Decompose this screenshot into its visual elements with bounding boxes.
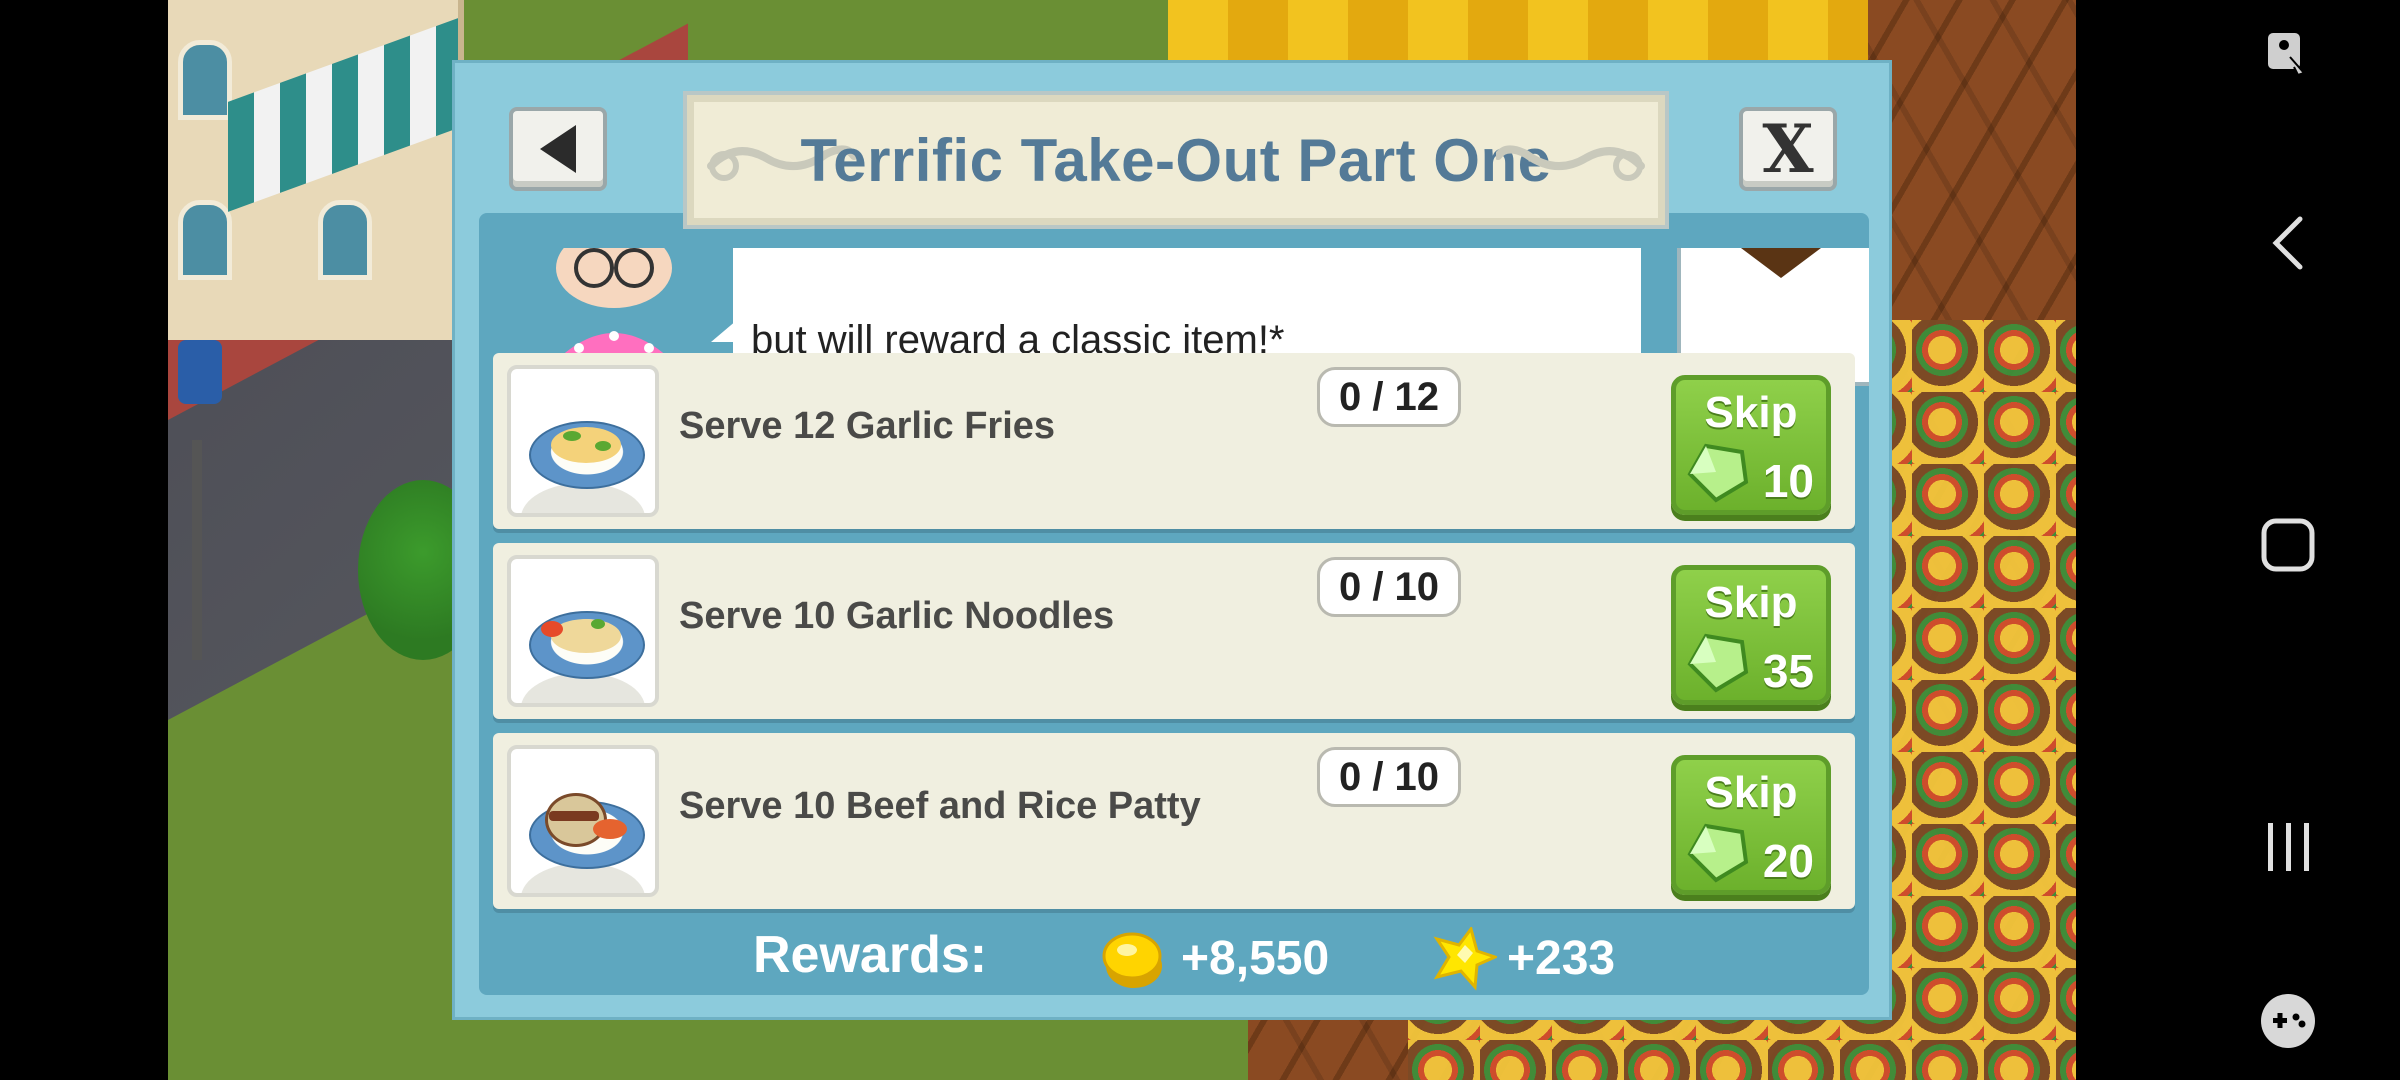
gem-icon bbox=[1687, 823, 1749, 883]
garlic-noodles-icon bbox=[507, 555, 659, 707]
nav-home-button[interactable] bbox=[2176, 490, 2400, 600]
left-arrow-icon bbox=[540, 125, 576, 173]
back-button[interactable] bbox=[509, 107, 607, 191]
window bbox=[178, 200, 232, 280]
task-row: Serve 10 Garlic Noodles 0 / 10 Skip 35 bbox=[493, 543, 1855, 719]
skip-label: Skip bbox=[1704, 388, 1798, 437]
quest-dialog: Terrific Take-Out Part One X but will re… bbox=[452, 60, 1892, 1020]
close-button[interactable]: X bbox=[1739, 107, 1837, 191]
reward-item-icon bbox=[1741, 248, 1821, 278]
task-progress: 0 / 10 bbox=[1317, 747, 1461, 807]
nav-back-button[interactable] bbox=[2176, 188, 2400, 298]
task-label: Serve 10 Garlic Noodles bbox=[679, 595, 1115, 637]
game-tools-button[interactable] bbox=[2176, 966, 2400, 1076]
skip-label: Skip bbox=[1704, 578, 1798, 627]
accessibility-button[interactable] bbox=[2176, 0, 2400, 110]
mailbox bbox=[178, 340, 222, 404]
garlic-fries-icon bbox=[507, 365, 659, 517]
dialog-title: Terrific Take-Out Part One bbox=[800, 126, 1552, 194]
gem-icon bbox=[1687, 443, 1749, 503]
beef-rice-patty-icon bbox=[507, 745, 659, 897]
rewards-label: Rewards: bbox=[753, 926, 988, 984]
close-icon: X bbox=[1762, 110, 1814, 188]
recents-icon bbox=[2268, 823, 2309, 871]
task-label: Serve 12 Garlic Fries bbox=[679, 405, 1056, 447]
coin-reward-value: +8,550 bbox=[1181, 932, 1330, 985]
skip-cost: 20 bbox=[1762, 835, 1814, 887]
home-icon bbox=[2261, 518, 2315, 572]
title-banner: Terrific Take-Out Part One bbox=[687, 95, 1665, 225]
task-row: Serve 12 Garlic Fries 0 / 12 Skip 10 bbox=[493, 353, 1855, 529]
task-label: Serve 10 Beef and Rice Patty bbox=[679, 785, 1201, 827]
scroll-ornament-icon bbox=[1496, 145, 1645, 181]
skip-cost: 35 bbox=[1762, 645, 1814, 697]
gem-icon bbox=[1687, 633, 1749, 693]
system-nav-bar bbox=[2176, 0, 2400, 1080]
nav-recents-button[interactable] bbox=[2176, 792, 2400, 902]
coin-icon bbox=[1102, 932, 1162, 988]
task-row: Serve 10 Beef and Rice Patty 0 / 10 Skip… bbox=[493, 733, 1855, 909]
skip-button[interactable]: Skip 35 bbox=[1671, 565, 1831, 705]
window bbox=[318, 200, 372, 280]
skip-button[interactable]: Skip 20 bbox=[1671, 755, 1831, 895]
game-tools-icon bbox=[2261, 994, 2315, 1048]
street-lamp bbox=[192, 440, 202, 660]
star-icon bbox=[1433, 927, 1497, 991]
accessibility-icon bbox=[2268, 33, 2306, 77]
skip-label: Skip bbox=[1704, 768, 1798, 817]
skip-button[interactable]: Skip 10 bbox=[1671, 375, 1831, 515]
window bbox=[178, 40, 232, 120]
task-progress: 0 / 12 bbox=[1317, 367, 1461, 427]
xp-reward-value: +233 bbox=[1507, 932, 1616, 985]
back-icon bbox=[2272, 216, 2303, 270]
task-progress: 0 / 10 bbox=[1317, 557, 1461, 617]
skip-cost: 10 bbox=[1762, 455, 1814, 507]
